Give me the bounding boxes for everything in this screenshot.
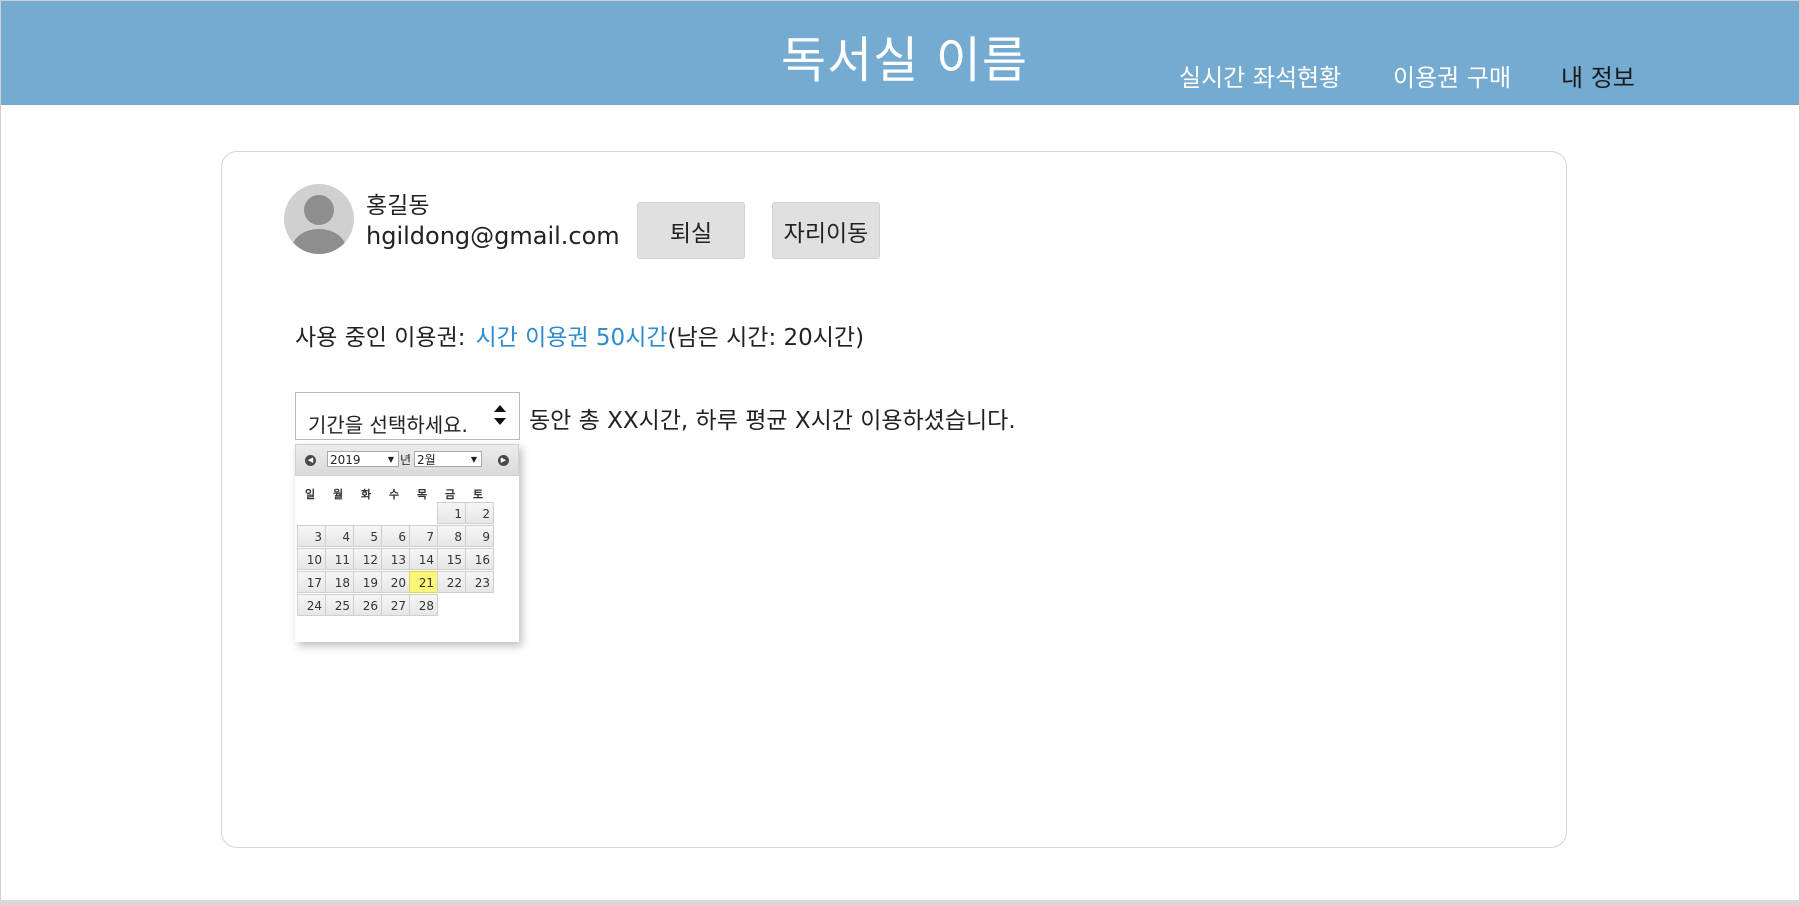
- nav-seat-status[interactable]: 실시간 좌석현황: [1179, 58, 1341, 93]
- month-value: 2월: [417, 453, 436, 467]
- datepicker: ◀ 2019 ▼ 년 2월 ▼ ▶ 일 월 화 수 목 금 토 1 2 3 4 5 6 7 8 9 10 11 12 13…: [295, 444, 519, 642]
- checkout-button[interactable]: 퇴실: [637, 202, 745, 259]
- ticket-label: 사용 중인 이용권:: [295, 325, 466, 351]
- weekday-header: 화: [360, 488, 372, 501]
- weekday-header: 수: [388, 488, 400, 501]
- calendar-day[interactable]: 22: [437, 571, 466, 593]
- prev-month-icon[interactable]: ◀: [305, 455, 316, 466]
- calendar-day[interactable]: 8: [437, 525, 466, 547]
- calendar-day[interactable]: 14: [409, 548, 438, 570]
- month-select[interactable]: 2월 ▼: [414, 451, 482, 467]
- year-caret-icon: ▼: [387, 455, 394, 464]
- calendar-day[interactable]: 11: [325, 548, 354, 570]
- calendar-day[interactable]: 12: [353, 548, 382, 570]
- avatar: [284, 184, 354, 254]
- calendar-day[interactable]: 9: [465, 525, 494, 547]
- weekday-header: 월: [332, 488, 344, 501]
- calendar-day[interactable]: 23: [465, 571, 494, 593]
- month-caret-icon: ▼: [470, 455, 477, 464]
- calendar-day[interactable]: 18: [325, 571, 354, 593]
- calendar-day[interactable]: 28: [409, 594, 438, 616]
- calendar-day[interactable]: 7: [409, 525, 438, 547]
- calendar-day[interactable]: 4: [325, 525, 354, 547]
- calendar-day[interactable]: 26: [353, 594, 382, 616]
- spin-down-icon[interactable]: [494, 418, 506, 425]
- bottom-strip: [0, 900, 1800, 905]
- calendar-day[interactable]: 24: [297, 594, 326, 616]
- move-seat-button[interactable]: 자리이동: [772, 202, 880, 259]
- site-title: 독서실 이름: [781, 32, 1028, 89]
- weekday-header: 토: [472, 488, 484, 501]
- avatar-body-icon: [292, 229, 346, 254]
- calendar-day[interactable]: 25: [325, 594, 354, 616]
- year-select[interactable]: 2019 ▼: [327, 451, 399, 467]
- user-name: 홍길동: [366, 193, 430, 219]
- calendar-day[interactable]: 16: [465, 548, 494, 570]
- weekday-header: 목: [416, 488, 428, 501]
- calendar-day[interactable]: 6: [381, 525, 410, 547]
- calendar-day[interactable]: 20: [381, 571, 410, 593]
- period-select[interactable]: 기간을 선택하세요.: [295, 392, 520, 440]
- calendar-day[interactable]: 19: [353, 571, 382, 593]
- nav-buy-ticket[interactable]: 이용권 구매: [1393, 58, 1511, 93]
- calendar-day[interactable]: 15: [437, 548, 466, 570]
- weekday-header: 금: [444, 488, 456, 501]
- usage-summary: 동안 총 XX시간, 하루 평균 X시간 이용하셨습니다.: [529, 408, 1016, 434]
- next-month-icon[interactable]: ▶: [498, 455, 509, 466]
- spin-up-icon[interactable]: [494, 405, 506, 412]
- ticket-remaining: (남은 시간: 20시간): [667, 325, 865, 351]
- calendar-day[interactable]: 5: [353, 525, 382, 547]
- ticket-name-link[interactable]: 시간 이용권 50시간: [476, 325, 668, 351]
- year-value: 2019: [330, 453, 361, 467]
- user-email: hgildong@gmail.com: [366, 222, 620, 250]
- calendar-day[interactable]: 3: [297, 525, 326, 547]
- calendar-day-today[interactable]: 21: [409, 571, 438, 593]
- calendar-day[interactable]: 2: [465, 502, 494, 524]
- weekday-header: 일: [304, 488, 316, 501]
- calendar-day[interactable]: 10: [297, 548, 326, 570]
- top-header: 독서실 이름 실시간 좌석현황 이용권 구매 내 정보: [1, 1, 1799, 105]
- year-suffix: 년: [400, 453, 412, 467]
- current-ticket-line: 사용 중인 이용권: 시간 이용권 50시간(남은 시간: 20시간): [295, 318, 864, 352]
- calendar-day[interactable]: 17: [297, 571, 326, 593]
- period-placeholder: 기간을 선택하세요.: [308, 413, 468, 437]
- calendar-day[interactable]: 27: [381, 594, 410, 616]
- calendar-day[interactable]: 1: [437, 502, 466, 524]
- avatar-head-icon: [304, 195, 334, 225]
- calendar-day[interactable]: 13: [381, 548, 410, 570]
- nav-my-info[interactable]: 내 정보: [1561, 58, 1635, 93]
- datepicker-header: ◀ 2019 ▼ 년 2월 ▼ ▶: [295, 444, 519, 476]
